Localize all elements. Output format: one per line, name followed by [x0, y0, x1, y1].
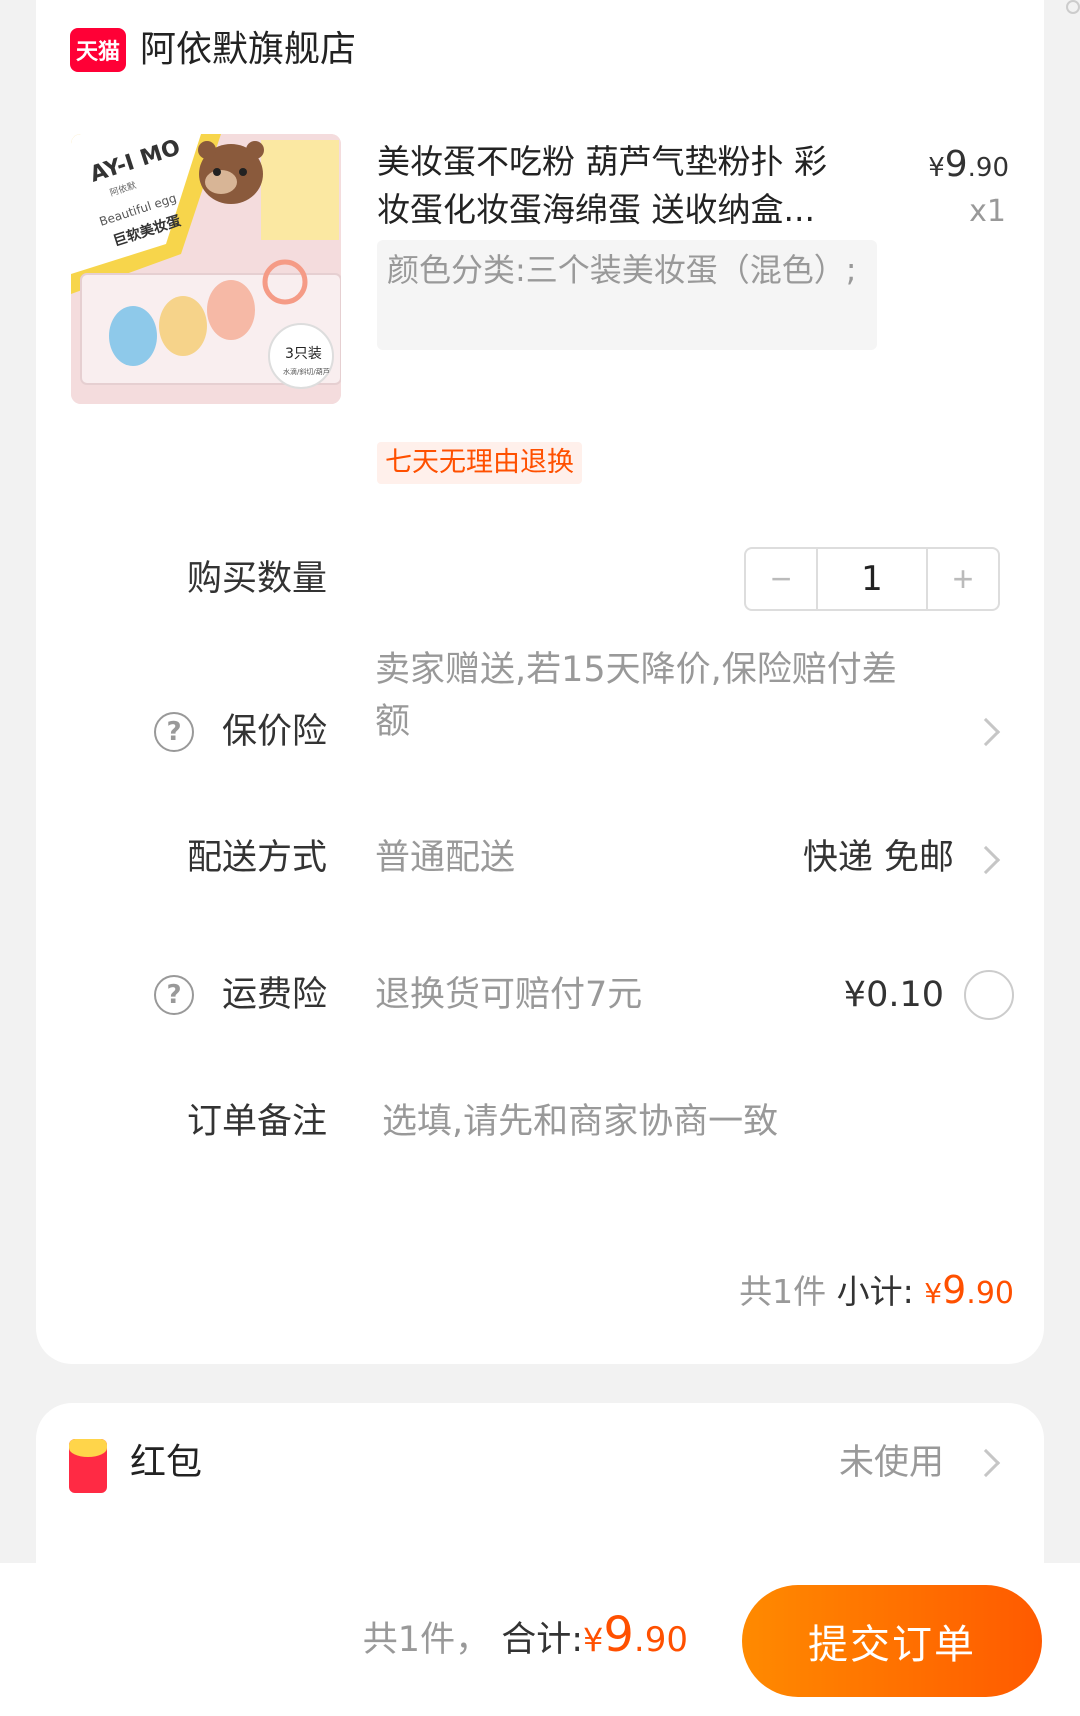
- service-badge: 七天无理由退换: [377, 442, 582, 484]
- quantity-minus-button[interactable]: −: [746, 549, 818, 609]
- delivery-label: 配送方式: [187, 838, 328, 878]
- total-label: 合计:: [501, 1620, 584, 1660]
- shipping-insurance-radio[interactable]: [964, 970, 1014, 1020]
- product-quantity: x1: [969, 194, 1006, 229]
- product-image-pack: 3只装: [285, 346, 322, 362]
- red-packet-icon: [69, 1439, 107, 1493]
- price-protect-label: 保价险: [222, 712, 328, 752]
- delivery-method[interactable]: 普通配送: [375, 832, 515, 884]
- scroll-indicator: [1066, 0, 1080, 14]
- bottom-checkout-bar: 共1件， 合计:¥9.90 提交订单: [0, 1563, 1080, 1716]
- product-image[interactable]: 3只装 水滴/斜切/葫芦 AY-I MO 阿依默 Beautiful egg 巨…: [71, 134, 341, 404]
- shipping-insurance-help-icon[interactable]: ?: [154, 975, 194, 1015]
- subtotal-int: 9: [942, 1268, 967, 1312]
- store-name[interactable]: 阿依默旗舰店: [140, 28, 356, 72]
- tmall-logo: 天猫: [70, 28, 126, 72]
- product-price-currency: ¥: [928, 153, 945, 183]
- shipping-insurance-price: ¥0.10: [843, 975, 944, 1015]
- price-protect-chevron-icon[interactable]: [971, 717, 1001, 747]
- quantity-stepper[interactable]: − 1 +: [744, 547, 1000, 611]
- subtotal-count: 共1件: [739, 1272, 827, 1311]
- delivery-chevron-icon[interactable]: [971, 845, 1001, 875]
- product-image-art: 3只装 水滴/斜切/葫芦 AY-I MO 阿依默 Beautiful egg 巨…: [71, 134, 341, 404]
- order-total: 共1件， 合计:¥9.90: [363, 1603, 688, 1672]
- quantity-value[interactable]: 1: [818, 549, 926, 609]
- total-int: 9: [603, 1607, 634, 1663]
- subtotal-label: 小计:: [836, 1272, 914, 1311]
- product-price-int: 9: [944, 144, 968, 185]
- order-note-label: 订单备注: [187, 1102, 328, 1142]
- total-count: 共1件，: [362, 1620, 491, 1660]
- product-title[interactable]: 美妆蛋不吃粉 葫芦气垫粉扑 彩妆蛋化妆蛋海绵蛋 送收纳盒...: [377, 138, 847, 234]
- price-protect-value[interactable]: 卖家赠送,若15天降价,保险赔付差额: [375, 644, 915, 748]
- price-protect-help-icon[interactable]: ?: [154, 712, 194, 752]
- product-sku[interactable]: 颜色分类:三个装美妆蛋（混色）;: [377, 240, 877, 350]
- quantity-label: 购买数量: [187, 559, 328, 599]
- quantity-plus-button[interactable]: +: [926, 549, 998, 609]
- total-dec: .90: [633, 1620, 688, 1660]
- product-price-dec: .90: [967, 153, 1009, 183]
- submit-order-button[interactable]: 提交订单: [742, 1585, 1042, 1697]
- subtotal-currency: ¥: [924, 1277, 943, 1310]
- red-packet-label: 红包: [130, 1442, 203, 1483]
- red-packet-status[interactable]: 未使用: [839, 1437, 944, 1489]
- shipping-insurance-desc: 退换货可赔付7元: [375, 975, 643, 1015]
- red-packet-chevron-icon[interactable]: [971, 1448, 1001, 1478]
- order-subtotal: 共1件 小计: ¥9.90: [739, 1266, 1014, 1318]
- total-currency: ¥: [583, 1621, 604, 1659]
- store-order-card: 天猫 阿依默旗舰店 3只装 水滴/斜切/葫芦 AY-I MO 阿依默 Beaut…: [36, 0, 1044, 1364]
- shipping-insurance-label: 运费险: [222, 975, 328, 1015]
- product-image-pack-sub: 水滴/斜切/葫芦: [283, 367, 330, 376]
- product-price: ¥9.90: [928, 144, 1009, 185]
- delivery-option[interactable]: 快递 免邮: [803, 834, 954, 882]
- order-note-input[interactable]: 选填,请先和商家协商一致: [382, 1096, 982, 1148]
- subtotal-dec: .90: [966, 1276, 1014, 1311]
